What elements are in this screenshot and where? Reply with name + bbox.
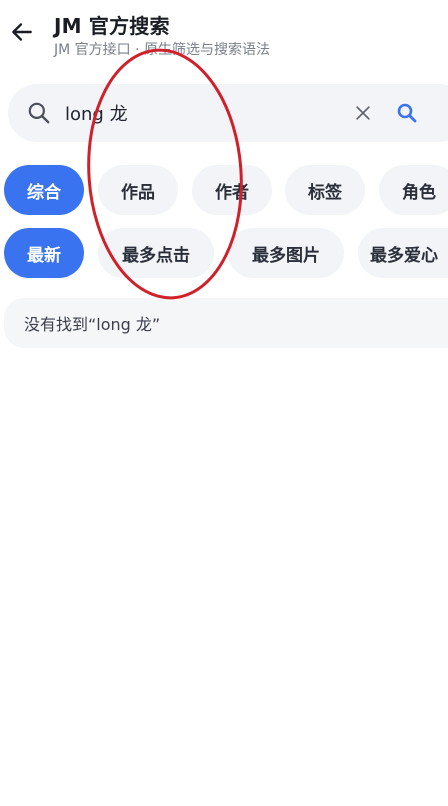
close-icon: [356, 106, 370, 120]
page-title: JM 官方搜索: [54, 14, 170, 38]
search-bar: [8, 84, 448, 142]
app-header: JM 官方搜索 JM 官方接口 · 原生筛选与搜索语法: [0, 0, 448, 66]
chip-author[interactable]: 作者: [192, 165, 272, 215]
search-input[interactable]: [65, 99, 335, 127]
back-button[interactable]: [4, 12, 40, 52]
chip-character[interactable]: 角色: [379, 165, 448, 215]
empty-result-message: 没有找到“long 龙”: [4, 298, 448, 348]
chip-works[interactable]: 作品: [98, 165, 178, 215]
search-icon: [28, 102, 50, 124]
page-subtitle: JM 官方接口 · 原生筛选与搜索语法: [54, 42, 271, 58]
chip-comprehensive[interactable]: 综合: [4, 165, 84, 215]
chip-most-likes[interactable]: 最多爱心: [358, 228, 448, 278]
clear-button[interactable]: [350, 100, 376, 126]
chip-most-clicks[interactable]: 最多点击: [98, 228, 214, 278]
type-filter-row: 综合 作品 作者 标签 角色: [0, 165, 448, 215]
chip-tags[interactable]: 标签: [285, 165, 365, 215]
search-submit-button[interactable]: [392, 98, 422, 128]
arrow-left-icon: [12, 23, 32, 41]
sort-filter-row: 最新 最多点击 最多图片 最多爱心: [0, 228, 448, 278]
search-page: JM 官方搜索 JM 官方接口 · 原生筛选与搜索语法 综合 作品 作者 标签 …: [0, 0, 448, 806]
chip-latest[interactable]: 最新: [4, 228, 84, 278]
search-icon: [397, 103, 417, 123]
chip-most-images[interactable]: 最多图片: [228, 228, 344, 278]
